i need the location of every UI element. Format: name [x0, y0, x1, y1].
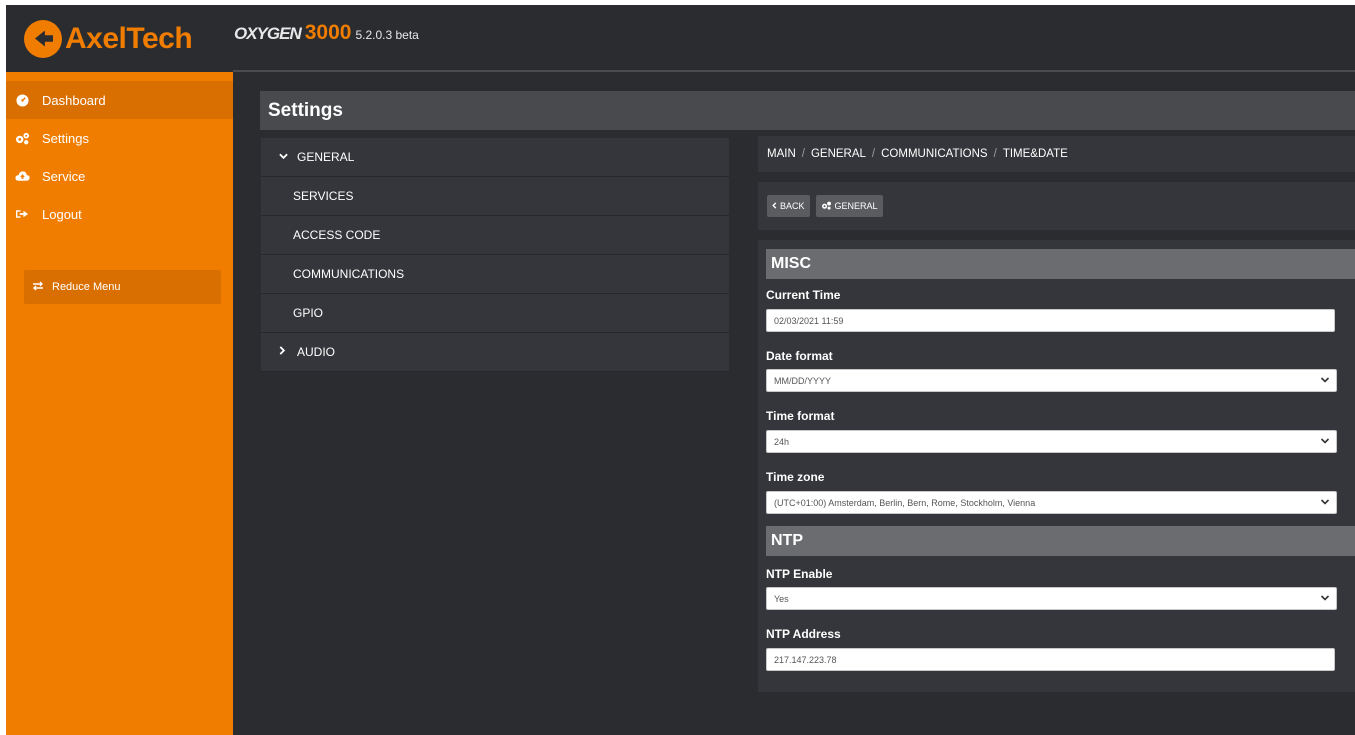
product-name: OXYGEN	[234, 24, 302, 43]
axeltech-logo[interactable]: AxelTech	[6, 5, 233, 72]
back-button-label: BACK	[780, 201, 805, 211]
time-zone-label: Time zone	[766, 470, 825, 484]
ntp-section-title: NTP	[766, 526, 1355, 556]
tree-item-label: GPIO	[293, 306, 324, 320]
toolbar: BACK GENERAL	[758, 182, 1355, 230]
tree-item-label: COMMUNICATIONS	[293, 267, 405, 281]
breadcrumb-item-main[interactable]: MAIN	[767, 148, 796, 160]
tree-item-label: ACCESS CODE	[293, 228, 381, 242]
product-version: 5.2.0.3 beta	[355, 28, 419, 42]
logo-text: AxelTech	[65, 21, 193, 55]
axeltech-logo-icon	[24, 19, 62, 58]
ntp-address-label: NTP Address	[766, 627, 841, 641]
product-title: OXYGEN 3000 5.2.0.3 beta	[234, 21, 419, 45]
logout-icon	[14, 207, 30, 221]
misc-section-title: MISC	[766, 249, 1355, 279]
current-time-label: Current Time	[766, 288, 841, 302]
sidebar-item-dashboard[interactable]: Dashboard	[6, 81, 233, 119]
chevron-down-icon	[1320, 375, 1330, 385]
sidebar-item-label: Service	[42, 168, 86, 184]
gears-icon	[821, 201, 832, 212]
chevron-left-icon	[772, 201, 777, 211]
sidebar-item-label: Dashboard	[42, 92, 106, 108]
tree-item-services[interactable]: SERVICES	[261, 177, 729, 216]
settings-tree: GENERAL SERVICES ACCESS CODE COMMUNICATI…	[261, 138, 729, 372]
exchange-icon	[32, 280, 44, 294]
current-time-input[interactable]: 02/03/2021 11:59	[766, 309, 1335, 332]
tree-item-audio[interactable]: AUDIO	[261, 333, 729, 372]
chevron-down-icon	[1320, 436, 1330, 446]
date-format-label: Date format	[766, 349, 833, 363]
chevron-right-icon	[279, 346, 293, 358]
breadcrumb-item-communications[interactable]: COMMUNICATIONS	[881, 148, 987, 160]
tree-item-access-code[interactable]: ACCESS CODE	[261, 216, 729, 255]
tree-item-general[interactable]: GENERAL	[261, 138, 729, 177]
general-button[interactable]: GENERAL	[815, 195, 883, 217]
chevron-down-icon	[279, 152, 293, 163]
sidebar-item-label: Settings	[42, 130, 89, 146]
page-title: Settings	[260, 91, 1355, 130]
tree-item-label: GENERAL	[297, 150, 355, 164]
cloud-icon	[14, 169, 30, 183]
tree-item-gpio[interactable]: GPIO	[261, 294, 729, 333]
sidebar-item-logout[interactable]: Logout	[6, 195, 233, 233]
chevron-down-icon	[1320, 593, 1330, 603]
sidebar: Dashboard Settings Service Logout Reduce…	[6, 72, 233, 735]
time-date-form: MISC Current Time 02/03/2021 11:59 Date …	[758, 240, 1355, 692]
chevron-down-icon	[1320, 497, 1330, 507]
breadcrumb: MAIN / GENERAL / COMMUNICATIONS / TIME&D…	[758, 136, 1355, 172]
tree-item-label: SERVICES	[293, 189, 354, 203]
ntp-enable-select[interactable]: Yes	[766, 587, 1337, 610]
product-number: 3000	[304, 21, 352, 44]
time-zone-value: (UTC+01:00) Amsterdam, Berlin, Bern, Rom…	[774, 497, 1036, 508]
reduce-menu-label: Reduce Menu	[52, 281, 121, 293]
time-format-value: 24h	[774, 436, 790, 447]
sidebar-item-label: Logout	[42, 206, 82, 222]
general-button-label: GENERAL	[834, 201, 878, 211]
main-content: Settings GENERAL SERVICES ACCESS CODE CO…	[233, 72, 1355, 735]
gears-icon	[14, 131, 30, 145]
tree-item-label: AUDIO	[297, 345, 336, 359]
ntp-address-input[interactable]: 217.147.223.78	[766, 648, 1335, 671]
dashboard-icon	[14, 93, 30, 107]
date-format-select[interactable]: MM/DD/YYYY	[766, 369, 1337, 392]
breadcrumb-item-time-date: TIME&DATE	[1002, 148, 1068, 160]
sidebar-item-settings[interactable]: Settings	[6, 119, 233, 157]
time-zone-select[interactable]: (UTC+01:00) Amsterdam, Berlin, Bern, Rom…	[766, 491, 1337, 514]
time-format-label: Time format	[766, 409, 835, 423]
ntp-enable-label: NTP Enable	[766, 567, 833, 581]
date-format-value: MM/DD/YYYY	[774, 375, 832, 386]
breadcrumb-item-general[interactable]: GENERAL	[811, 148, 866, 160]
ntp-enable-value: Yes	[774, 593, 789, 604]
reduce-menu-button[interactable]: Reduce Menu	[24, 270, 221, 304]
back-button[interactable]: BACK	[767, 195, 810, 217]
top-header: AxelTech OXYGEN 3000 5.2.0.3 beta	[6, 5, 1355, 72]
sidebar-item-service[interactable]: Service	[6, 157, 233, 195]
tree-item-communications[interactable]: COMMUNICATIONS	[261, 255, 729, 294]
time-format-select[interactable]: 24h	[766, 430, 1337, 453]
